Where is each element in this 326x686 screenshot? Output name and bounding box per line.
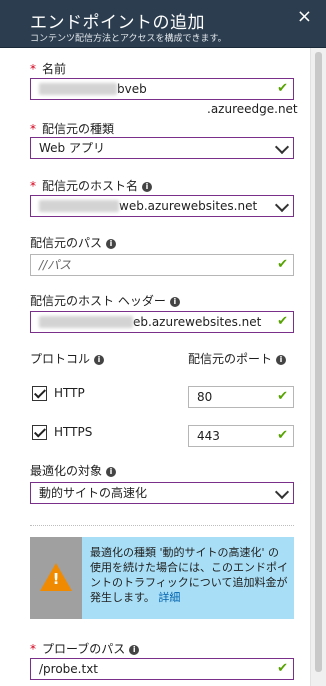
- name-label: * 名前: [30, 62, 67, 76]
- chevron-down-icon: [274, 197, 290, 213]
- alert-text: 最適化の種類 '動的サイトの高速化' の使用を続けた場合には、このエンドポイント…: [90, 546, 288, 604]
- info-icon[interactable]: i: [129, 645, 140, 655]
- origin-path-input[interactable]: //パス ✔: [30, 254, 294, 276]
- blade-subtitle: コンテンツ配信方法とアクセスを構成できます。: [30, 34, 227, 44]
- origin-hostname-label: * 配信元のホスト名 i: [30, 177, 153, 194]
- domain-suffix: .azureedge.net: [207, 102, 298, 116]
- origin-type-label: * 配信元の種類: [30, 122, 115, 136]
- redacted-text: [39, 200, 119, 212]
- valid-check-icon: ✔: [277, 314, 288, 329]
- valid-check-icon: ✔: [277, 257, 288, 272]
- https-port-input[interactable]: 443 ✔: [188, 425, 294, 447]
- info-icon[interactable]: i: [142, 182, 153, 192]
- details-link[interactable]: 詳細: [158, 591, 180, 604]
- https-label: HTTPS: [54, 425, 93, 439]
- probe-path-input[interactable]: /probe.txt ✔: [30, 658, 294, 680]
- info-icon[interactable]: i: [106, 467, 117, 477]
- redacted-text: [39, 83, 117, 95]
- protocol-label: プロトコル i: [30, 350, 105, 367]
- valid-check-icon: ✔: [277, 428, 288, 443]
- chevron-down-icon: [274, 484, 290, 500]
- required-star: *: [30, 642, 36, 656]
- scrollbar[interactable]: [310, 48, 326, 686]
- name-field[interactable]: bveb ✔: [30, 78, 294, 100]
- exclamation-glyph: !: [52, 570, 60, 588]
- section-divider: [30, 525, 294, 526]
- warning-icon-box: !: [30, 537, 82, 619]
- optimization-select[interactable]: 動的サイトの高速化: [30, 482, 294, 504]
- optimization-label: 最適化の対象 i: [30, 462, 117, 479]
- origin-port-label: 配信元のポート i: [188, 350, 287, 367]
- origin-path-label: 配信元のパス i: [30, 234, 117, 251]
- origin-hostname-select[interactable]: web.azurewebsites.net: [30, 195, 294, 217]
- origin-type-select[interactable]: Web アプリ: [30, 137, 294, 159]
- required-star: *: [30, 122, 36, 136]
- http-checkbox[interactable]: [32, 386, 47, 401]
- http-port-input[interactable]: 80 ✔: [188, 386, 294, 408]
- https-checkbox[interactable]: [32, 425, 47, 440]
- valid-check-icon: ✔: [277, 81, 288, 96]
- info-icon[interactable]: i: [169, 297, 180, 307]
- info-icon[interactable]: i: [106, 239, 117, 249]
- probe-path-label: * プローブのパス i: [30, 640, 140, 657]
- valid-check-icon: ✔: [277, 389, 288, 404]
- origin-host-header-input[interactable]: eb.azurewebsites.net ✔: [30, 311, 294, 333]
- required-star: *: [30, 179, 36, 193]
- valid-check-icon: ✔: [277, 661, 288, 676]
- origin-host-header-label: 配信元のホスト ヘッダー i: [30, 292, 180, 309]
- chevron-down-icon: [274, 139, 290, 155]
- pricing-alert: ! 最適化の種類 '動的サイトの高速化' の使用を続けた場合には、このエンドポイ…: [30, 537, 294, 619]
- close-icon[interactable]: ×: [297, 6, 312, 27]
- blade-header: エンドポイントの追加 コンテンツ配信方法とアクセスを構成できます。 ×: [0, 0, 326, 48]
- required-star: *: [30, 62, 36, 76]
- scrollbar-thumb[interactable]: [315, 52, 322, 672]
- blade-title: エンドポイントの追加: [30, 13, 205, 33]
- info-icon[interactable]: i: [276, 355, 287, 365]
- redacted-text: [39, 316, 133, 328]
- info-icon[interactable]: i: [94, 355, 105, 365]
- http-label: HTTP: [54, 386, 85, 400]
